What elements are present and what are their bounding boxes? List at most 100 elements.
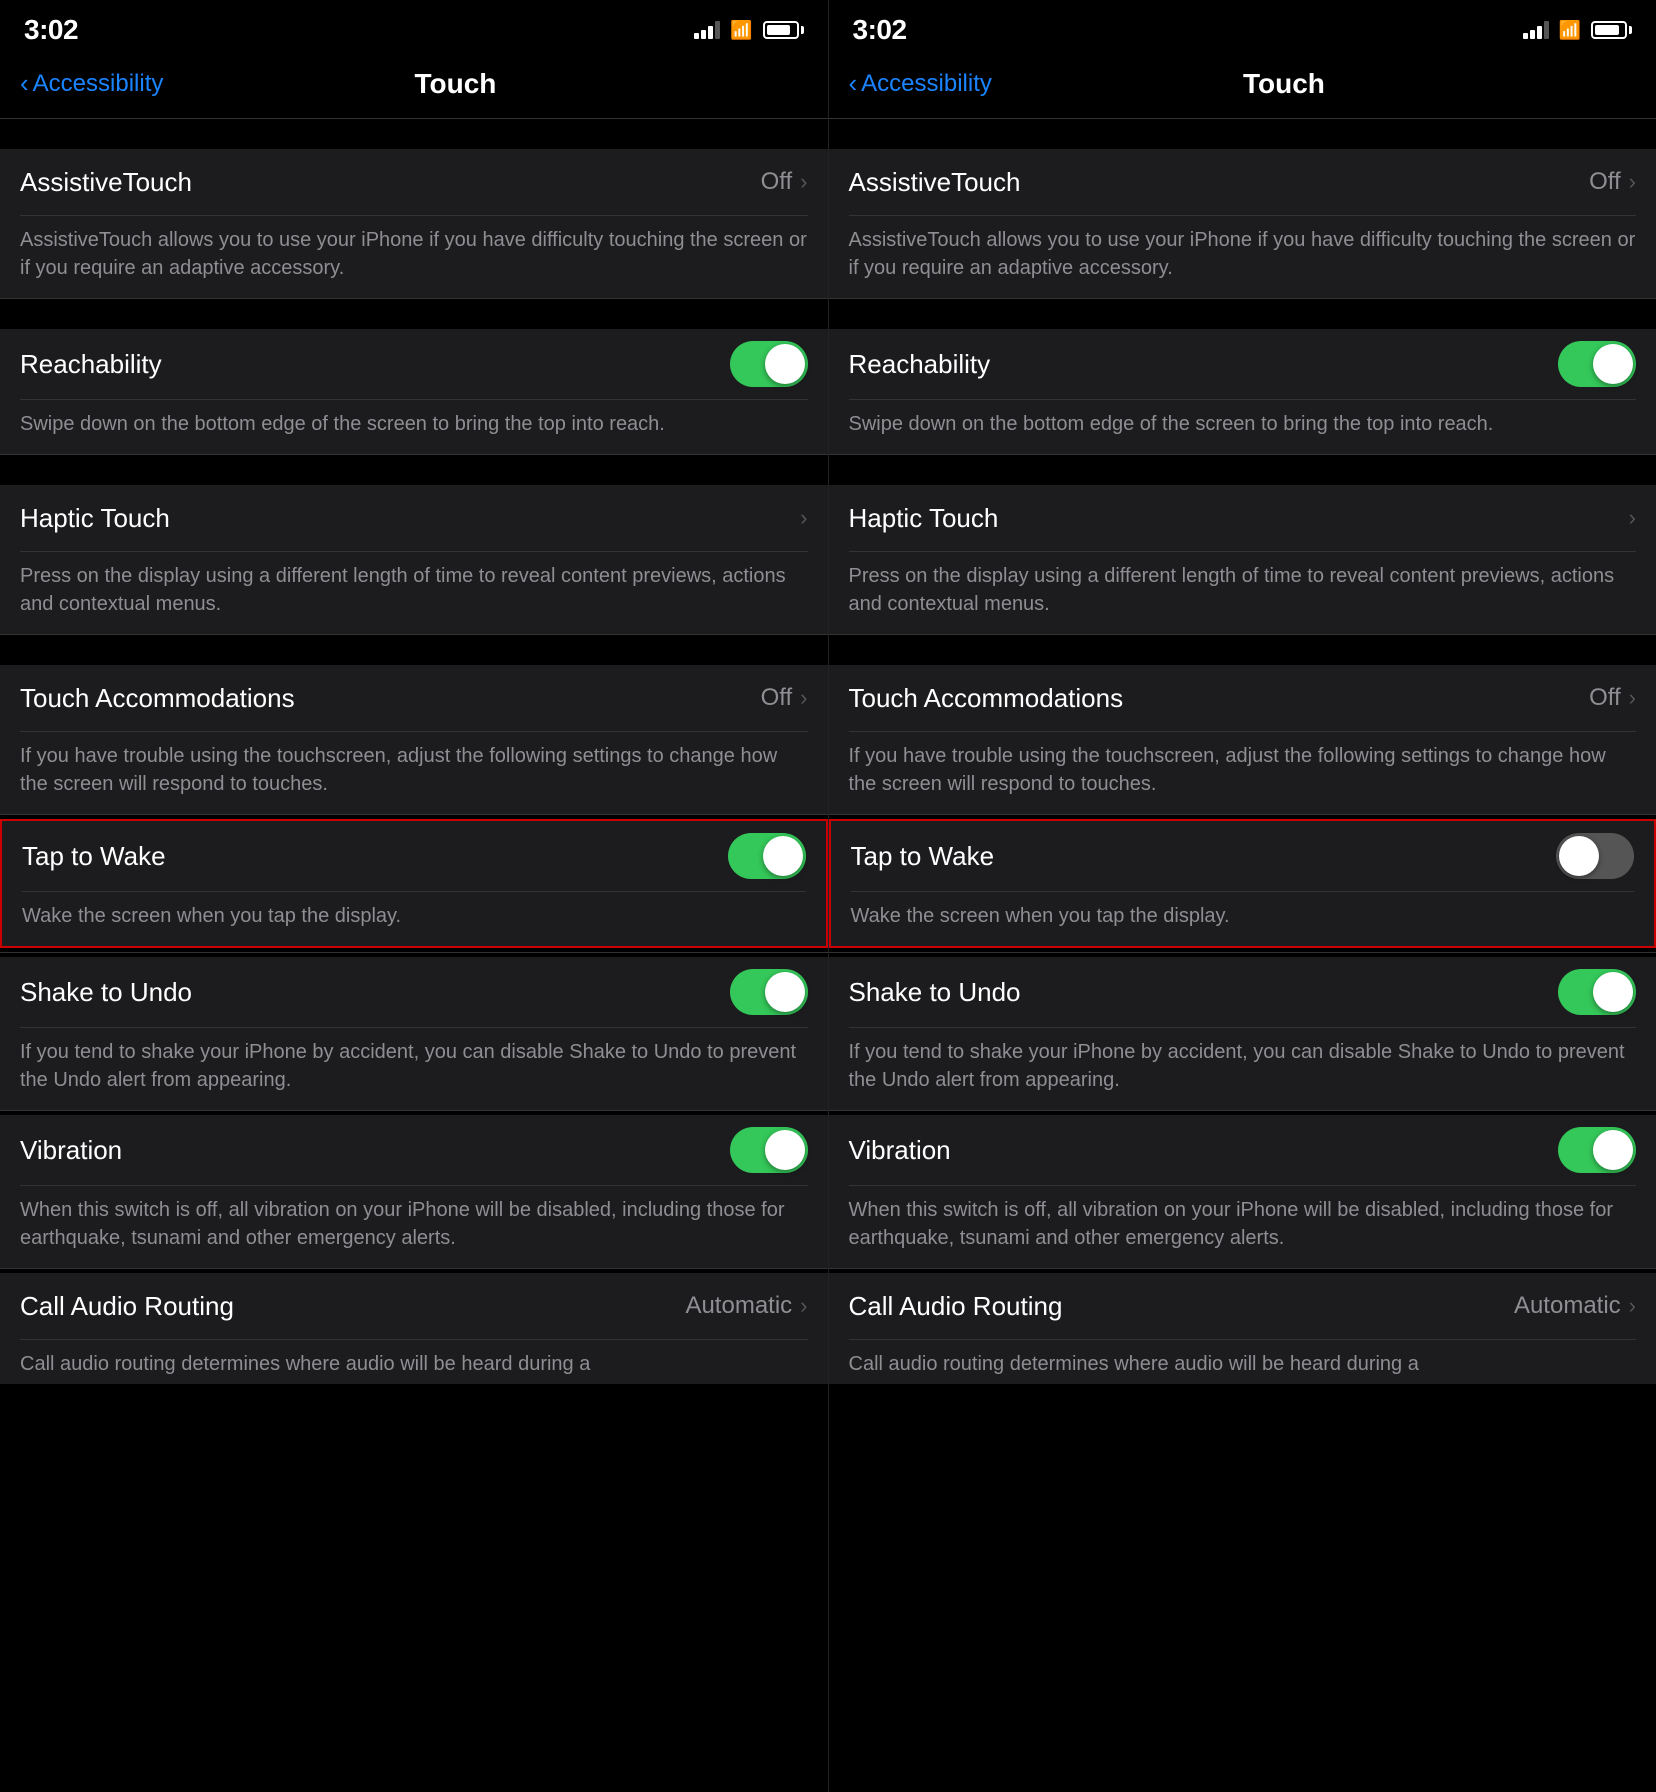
nav-title-left: Touch	[163, 68, 747, 100]
assistivetouch-value-right: Off	[1589, 168, 1621, 196]
assistivetouch-row-right[interactable]: AssistiveTouch Off › AssistiveTouch allo…	[829, 149, 1656, 298]
haptic-touch-row-right[interactable]: Haptic Touch › Press on the display usin…	[829, 485, 1656, 634]
back-label-left: Accessibility	[33, 70, 164, 98]
tap-to-wake-row-left[interactable]: Tap to Wake	[22, 821, 806, 891]
touch-acc-chevron-right: ›	[1629, 685, 1636, 711]
tap-to-wake-toggle-right[interactable]	[1556, 833, 1634, 879]
touch-acc-value-right: Off	[1589, 684, 1621, 712]
wifi-icon-left: 📶	[730, 20, 752, 41]
vibration-label-left: Vibration	[20, 1135, 122, 1166]
shake-undo-toggle-right[interactable]	[1558, 969, 1636, 1015]
haptic-touch-label-left: Haptic Touch	[20, 503, 170, 534]
shake-undo-label-left: Shake to Undo	[20, 977, 192, 1008]
assistivetouch-label-right: AssistiveTouch	[849, 167, 1021, 198]
touch-acc-label-left: Touch Accommodations	[20, 683, 295, 714]
call-audio-row-right[interactable]: Call Audio Routing Automatic › Call audi…	[829, 1273, 1656, 1384]
assistivetouch-right-left: Off ›	[761, 168, 808, 196]
assistivetouch-value-left: Off	[761, 168, 793, 196]
assistivetouch-chevron-right: ›	[1629, 169, 1636, 195]
gap-top-left	[0, 119, 828, 149]
call-audio-desc-left: Call audio routing determines where audi…	[20, 1340, 808, 1384]
tap-to-wake-row-right[interactable]: Tap to Wake	[851, 821, 1635, 891]
reachability-toggle-right[interactable]	[1558, 341, 1636, 387]
haptic-touch-chevron-left: ›	[800, 505, 807, 531]
touch-acc-row-right[interactable]: Touch Accommodations Off › If you have t…	[829, 665, 1656, 814]
touch-acc-label-right: Touch Accommodations	[849, 683, 1124, 714]
call-audio-value-left: Automatic	[685, 1292, 792, 1320]
battery-icon-left	[763, 21, 804, 39]
wifi-icon-right: 📶	[1559, 20, 1581, 41]
call-audio-chevron-left: ›	[800, 1293, 807, 1319]
vibration-toggle-right[interactable]	[1558, 1127, 1636, 1173]
assistivetouch-desc-left: AssistiveTouch allows you to use your iP…	[20, 216, 808, 298]
haptic-touch-row-left[interactable]: Haptic Touch › Press on the display usin…	[0, 485, 828, 634]
back-label-right: Accessibility	[861, 70, 992, 98]
nav-header-left: ‹ Accessibility Touch	[0, 54, 828, 118]
reachability-row-right[interactable]: Reachability Swipe down on the bottom ed…	[829, 329, 1656, 454]
reachability-row-left[interactable]: Reachability Swipe down on the bottom ed…	[0, 329, 828, 454]
tap-to-wake-label-left: Tap to Wake	[22, 841, 166, 872]
reachability-label-left: Reachability	[20, 349, 162, 380]
touch-acc-right-left: Off ›	[761, 684, 808, 712]
back-button-left[interactable]: ‹ Accessibility	[20, 70, 163, 98]
call-audio-row-left[interactable]: Call Audio Routing Automatic › Call audi…	[0, 1273, 828, 1384]
reachability-desc-right: Swipe down on the bottom edge of the scr…	[849, 400, 1637, 454]
vibration-row-right[interactable]: Vibration When this switch is off, all v…	[829, 1115, 1656, 1268]
back-button-right[interactable]: ‹ Accessibility	[849, 70, 992, 98]
call-audio-value-right: Automatic	[1514, 1292, 1621, 1320]
assistivetouch-label-left: AssistiveTouch	[20, 167, 192, 198]
tap-to-wake-label-right: Tap to Wake	[851, 841, 995, 872]
call-audio-right-left: Automatic ›	[685, 1292, 807, 1320]
touch-acc-chevron-left: ›	[800, 685, 807, 711]
tap-to-wake-thumb-left	[763, 836, 803, 876]
assistivetouch-desc-right: AssistiveTouch allows you to use your iP…	[849, 216, 1637, 298]
status-bar-right: 3:02 📶	[829, 0, 1656, 54]
vibration-row-left[interactable]: Vibration When this switch is off, all v…	[0, 1115, 828, 1268]
haptic-touch-chevron-right: ›	[1629, 505, 1636, 531]
back-chevron-icon-left: ‹	[20, 70, 29, 96]
touch-acc-desc-left: If you have trouble using the touchscree…	[20, 732, 808, 814]
touch-acc-desc-right: If you have trouble using the touchscree…	[849, 732, 1637, 814]
reachability-toggle-left[interactable]	[730, 341, 808, 387]
tap-to-wake-highlight-left: Tap to Wake Wake the screen when you tap…	[0, 819, 828, 948]
reachability-thumb-left	[765, 344, 805, 384]
vibration-desc-left: When this switch is off, all vibration o…	[20, 1186, 808, 1268]
nav-header-right: ‹ Accessibility Touch	[829, 54, 1656, 118]
call-audio-chevron-right: ›	[1629, 1293, 1636, 1319]
tap-to-wake-highlight-right: Tap to Wake Wake the screen when you tap…	[829, 819, 1656, 948]
reachability-desc-left: Swipe down on the bottom edge of the scr…	[20, 400, 808, 454]
shake-undo-row-right[interactable]: Shake to Undo If you tend to shake your …	[829, 957, 1656, 1110]
left-panel: 3:02 📶 ‹ Accessibility Touch	[0, 0, 828, 1792]
tap-to-wake-desc-right: Wake the screen when you tap the display…	[851, 892, 1635, 946]
shake-undo-toggle-left[interactable]	[730, 969, 808, 1015]
call-audio-desc-right: Call audio routing determines where audi…	[849, 1340, 1637, 1384]
assistivetouch-chevron-left: ›	[800, 169, 807, 195]
touch-acc-row-left[interactable]: Touch Accommodations Off › If you have t…	[0, 665, 828, 814]
call-audio-label-left: Call Audio Routing	[20, 1291, 234, 1322]
right-panel: 3:02 📶 ‹ Accessibility Touch	[829, 0, 1656, 1792]
battery-icon-right	[1591, 21, 1632, 39]
vibration-label-right: Vibration	[849, 1135, 951, 1166]
status-icons-left: 📶	[694, 20, 803, 41]
haptic-touch-desc-right: Press on the display using a different l…	[849, 552, 1637, 634]
vibration-toggle-left[interactable]	[730, 1127, 808, 1173]
reachability-label-right: Reachability	[849, 349, 991, 380]
status-time-right: 3:02	[853, 14, 907, 46]
tap-to-wake-desc-left: Wake the screen when you tap the display…	[22, 892, 806, 946]
shake-undo-label-right: Shake to Undo	[849, 977, 1021, 1008]
tap-to-wake-toggle-left[interactable]	[728, 833, 806, 879]
back-chevron-icon-right: ‹	[849, 70, 858, 96]
shake-undo-row-left[interactable]: Shake to Undo If you tend to shake your …	[0, 957, 828, 1110]
assistivetouch-row-left[interactable]: AssistiveTouch Off › AssistiveTouch allo…	[0, 149, 828, 298]
signal-icon-left	[694, 21, 720, 39]
status-icons-right: 📶	[1523, 20, 1632, 41]
vibration-desc-right: When this switch is off, all vibration o…	[849, 1186, 1637, 1268]
haptic-touch-right-left: ›	[800, 505, 807, 531]
nav-title-right: Touch	[992, 68, 1576, 100]
shake-undo-desc-left: If you tend to shake your iPhone by acci…	[20, 1028, 808, 1110]
touch-acc-value-left: Off	[761, 684, 793, 712]
status-bar-left: 3:02 📶	[0, 0, 828, 54]
haptic-touch-label-right: Haptic Touch	[849, 503, 999, 534]
signal-icon-right	[1523, 21, 1549, 39]
shake-undo-desc-right: If you tend to shake your iPhone by acci…	[849, 1028, 1637, 1110]
